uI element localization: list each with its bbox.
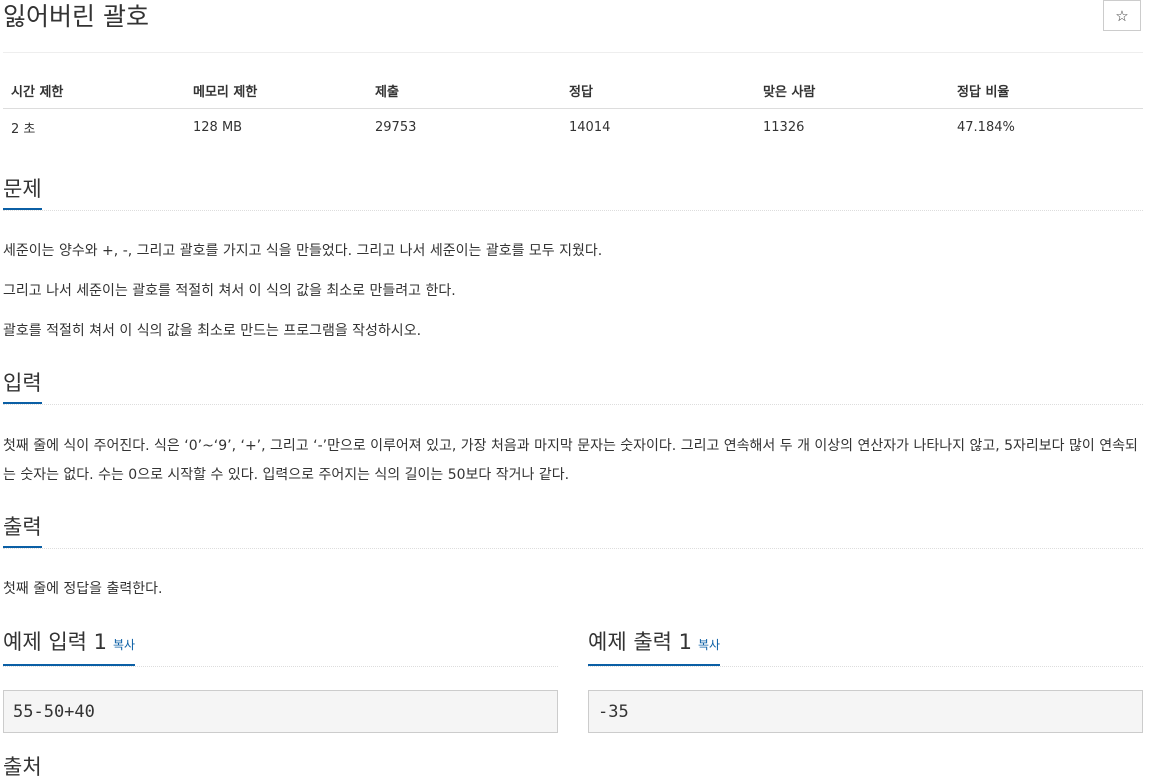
section-input-header: 입력 xyxy=(3,368,1143,405)
header-time-limit: 시간 제한 xyxy=(3,72,185,109)
copy-sample-output-button[interactable]: 복사 xyxy=(698,638,720,652)
input-description: 첫째 줄에 식이 주어진다. 식은 ‘0’~‘9’, ‘+’, 그리고 ‘-’만… xyxy=(3,438,1138,483)
sample-output-header: 예제 출력 1 복사 xyxy=(588,627,1143,667)
value-ratio: 47.184% xyxy=(957,119,1015,135)
value-solvers[interactable]: 11326 xyxy=(755,109,949,146)
section-divider xyxy=(588,666,1143,667)
sample-input-box[interactable]: 55-50+40 xyxy=(3,690,558,733)
sample-input-header: 예제 입력 1 복사 xyxy=(3,627,558,667)
header-accepted: 정답 xyxy=(561,72,755,109)
header-submissions: 제출 xyxy=(367,72,561,109)
section-divider xyxy=(3,404,1143,405)
description-paragraph: 그리고 나서 세준이는 괄호를 적절히 쳐서 이 식의 값을 최소로 만들려고 … xyxy=(3,283,456,299)
copy-sample-input-button[interactable]: 복사 xyxy=(113,638,135,652)
table-header-row: 시간 제한 메모리 제한 제출 정답 맞은 사람 정답 비율 xyxy=(3,72,1143,109)
page-title: 잃어버린 괄호 xyxy=(3,2,149,31)
section-divider xyxy=(3,210,1143,211)
output-description: 첫째 줄에 정답을 출력한다. xyxy=(3,581,163,597)
title-divider xyxy=(3,52,1143,53)
value-memory-limit: 128 MB xyxy=(193,119,243,135)
header-solvers: 맞은 사람 xyxy=(755,72,949,109)
sample-output-box[interactable]: -35 xyxy=(588,690,1143,733)
value-accepted[interactable]: 14014 xyxy=(561,109,755,146)
section-output-title: 출력 xyxy=(3,512,42,548)
problem-info-table: 시간 제한 메모리 제한 제출 정답 맞은 사람 정답 비율 2 초 128 M… xyxy=(3,72,1143,145)
section-source-title: 출처 xyxy=(3,755,42,779)
description-paragraph: 세준이는 양수와 +, -, 그리고 괄호를 가지고 식을 만들었다. 그리고 … xyxy=(3,243,603,259)
section-divider xyxy=(3,666,558,667)
description-paragraph: 괄호를 적절히 쳐서 이 식의 값을 최소로 만드는 프로그램을 작성하시오. xyxy=(3,323,422,339)
header-memory-limit: 메모리 제한 xyxy=(185,72,367,109)
star-button[interactable]: ☆ xyxy=(1103,0,1141,31)
section-input-title: 입력 xyxy=(3,368,42,404)
section-description-title: 문제 xyxy=(3,174,42,210)
table-row: 2 초 128 MB 29753 14014 11326 47.184% xyxy=(3,109,1143,146)
section-output-header: 출력 xyxy=(3,512,1143,549)
star-icon: ☆ xyxy=(1115,6,1129,25)
sample-input-title: 예제 입력 1 복사 xyxy=(3,627,136,666)
sample-output-title: 예제 출력 1 복사 xyxy=(588,627,721,666)
value-time-limit: 2 초 xyxy=(11,121,36,137)
value-submissions[interactable]: 29753 xyxy=(367,109,561,146)
section-description-header: 문제 xyxy=(3,174,1143,211)
header-ratio: 정답 비율 xyxy=(949,72,1143,109)
section-divider xyxy=(3,548,1143,549)
